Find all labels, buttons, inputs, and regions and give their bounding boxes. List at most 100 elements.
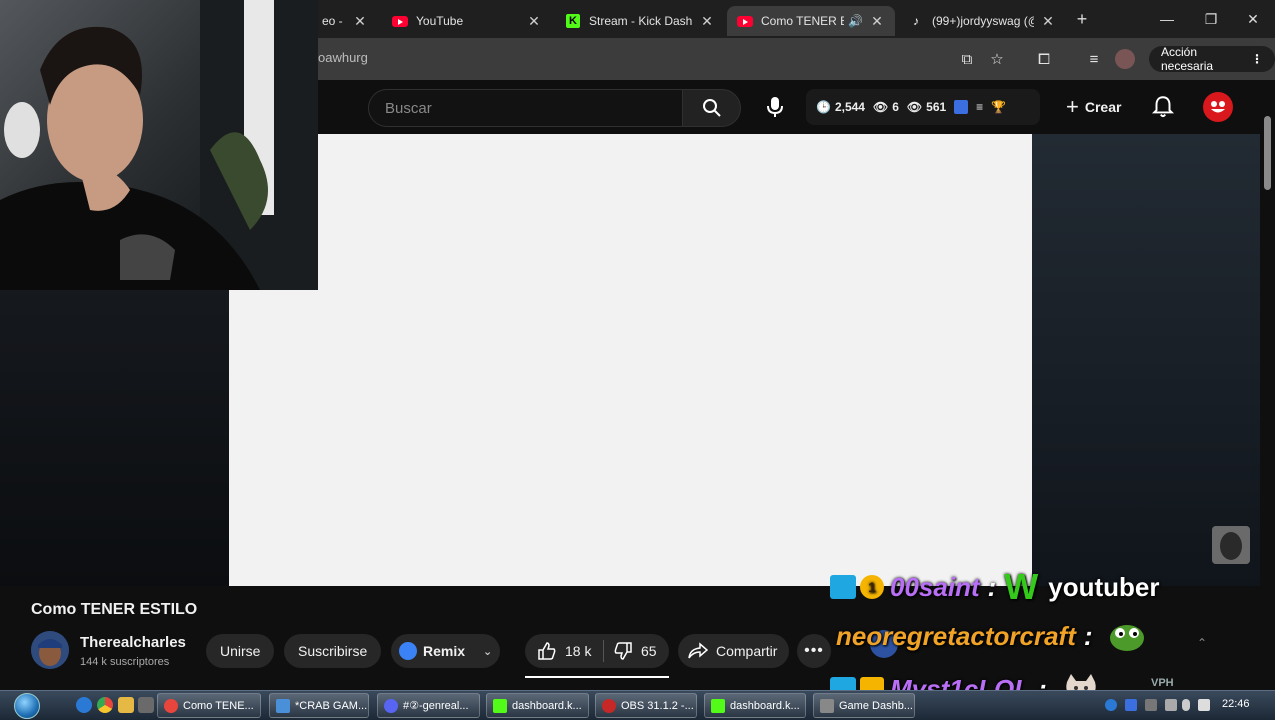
video-player[interactable] [229,134,1032,586]
dislike-button[interactable]: 65 [605,634,665,668]
taskbar-window[interactable]: Game Dashb... [813,693,915,718]
install-app-icon[interactable]: ⧉ [955,47,979,71]
extension-logo-icon[interactable] [954,100,969,114]
page-background-right [1032,134,1260,586]
share-button[interactable]: Compartir [678,634,790,668]
app-icon[interactable] [138,697,154,713]
chat-message: neoregretactorcraft : [836,620,1147,652]
close-icon[interactable]: ✕ [699,13,715,30]
folder-icon[interactable] [118,697,134,713]
subscriber-count: 144 k suscriptores [80,656,170,668]
taskbar-window[interactable]: *CRAB GAM... [269,693,369,718]
start-button[interactable] [8,691,46,720]
notifications-bell-icon[interactable] [1150,94,1176,120]
taskbar-window[interactable]: OBS 31.1.2 -... [595,693,697,718]
chevron-up-icon[interactable]: ⌃ [1197,636,1207,650]
stat-value: 6 [892,100,899,114]
browser-tab[interactable]: ♪ (99+)jordyyswag (@j ✕ [898,6,1066,36]
join-button[interactable]: Unirse [206,634,275,668]
plus-icon: + [1066,94,1079,119]
new-tab-button[interactable]: + [1068,0,1096,38]
subscribe-label: Suscribirse [298,643,368,659]
discord-icon [384,698,398,713]
remix-icon [399,642,417,660]
browser-tab[interactable]: eo - Y ✕ [312,6,378,36]
microphone-icon [767,97,783,117]
like-count: 18 k [565,643,592,659]
stat-value: 561 [926,100,947,114]
dislike-count: 65 [641,643,657,659]
speaker-icon[interactable]: 🔊 [848,14,863,28]
eye-icon: 👁 [872,100,889,114]
taskbar-window[interactable]: dashboard.k... [486,693,589,718]
browser-tab[interactable]: YouTube ✕ [382,6,552,36]
subscribe-button[interactable]: Suscribirse [284,634,382,668]
close-icon[interactable]: ✕ [352,13,368,30]
chat-separator: : [987,571,997,602]
taskbar-window-label: OBS 31.1.2 -... [621,699,694,712]
minimize-icon[interactable]: — [1145,0,1189,38]
restore-icon[interactable]: ❐ [1189,0,1233,38]
bookmark-star-icon[interactable]: ☆ [985,47,1009,71]
stat-views-a: 👁 6 [873,100,899,114]
scrollbar-thumb[interactable] [1264,116,1271,190]
browser-tab-active[interactable]: Como TENER EST 🔊 ✕ [727,6,895,36]
taskbar-window-label: *CRAB GAM... [295,699,368,712]
share-icon [688,642,708,659]
chat-text: youtuber [1048,571,1160,602]
volume-icon[interactable] [1198,699,1210,711]
taskbar-window[interactable]: #②-genreal... [377,693,480,718]
channel-avatar[interactable] [31,631,69,669]
tray-app-icon[interactable] [1145,699,1157,711]
list-icon[interactable]: ≡ [976,100,983,114]
profile-avatar[interactable] [1115,49,1135,69]
taskbar-window-label: dashboard.k... [730,699,800,712]
tray-app-icon[interactable] [1125,699,1137,711]
channel-name[interactable]: Therealcharles [80,634,186,651]
taskbar-window[interactable]: dashboard.k... [704,693,806,718]
microphone-tray-icon[interactable] [1182,699,1190,711]
chevron-down-icon[interactable]: ⌄ [483,645,492,658]
create-button[interactable]: + Crear [1058,92,1129,122]
like-button[interactable]: 18 k [525,634,603,668]
search-input[interactable]: Buscar [368,89,683,127]
taskbar-window[interactable]: Como TENE... [157,693,261,718]
video-title: Como TENER ESTILO [31,601,198,618]
network-icon[interactable] [1165,699,1177,711]
chrome-icon[interactable] [97,697,113,713]
remix-label: Remix [423,643,466,659]
search-button[interactable] [682,89,741,127]
close-icon[interactable]: ✕ [526,13,542,30]
url-field[interactable]: oawhurg [318,50,368,65]
voice-search-button[interactable] [760,92,790,122]
trophy-icon[interactable]: 🏆 [991,100,1006,114]
stat-value: 2,544 [834,100,865,114]
close-icon[interactable]: ✕ [1040,13,1056,30]
chat-username: 00saint [890,571,980,602]
extensions-icon[interactable]: ⧠ [1032,47,1056,71]
chat-overlay-avatar [1212,526,1250,564]
chat-username: neoregretactorcraft [836,620,1076,651]
close-icon[interactable]: ✕ [869,13,885,30]
account-avatar[interactable] [1203,92,1233,122]
edge-icon[interactable] [76,697,92,713]
browser-tab[interactable]: K Stream - Kick Dashbo ✕ [555,6,725,36]
vph-label: VPH [1151,677,1174,689]
join-label: Unirse [220,643,261,659]
windows-logo-icon [14,692,40,719]
action-required-button[interactable]: Acción necesaria ⋮ [1149,45,1275,73]
obs-icon [602,698,616,713]
subscriber-badge-icon: 1 [860,575,884,599]
search-placeholder: Buscar [385,99,432,117]
taskbar-window-label: Como TENE... [183,699,254,712]
close-window-icon[interactable]: ✕ [1231,0,1275,38]
remix-button[interactable]: Remix ⌄ [391,634,501,668]
media-control-icon[interactable]: ≡ [1082,47,1106,71]
tray-app-icon[interactable] [1105,699,1117,711]
more-actions-button[interactable]: ••• [797,634,831,668]
taskbar-clock[interactable]: 22:46 [1222,698,1250,710]
extension-stats-bar: 🕒 2,544 👁 6 👁 561 ≡ 🏆 [806,89,1040,125]
tab-label: Stream - Kick Dashbo [589,14,693,28]
kick-icon [493,698,507,713]
kick-icon [711,698,725,713]
